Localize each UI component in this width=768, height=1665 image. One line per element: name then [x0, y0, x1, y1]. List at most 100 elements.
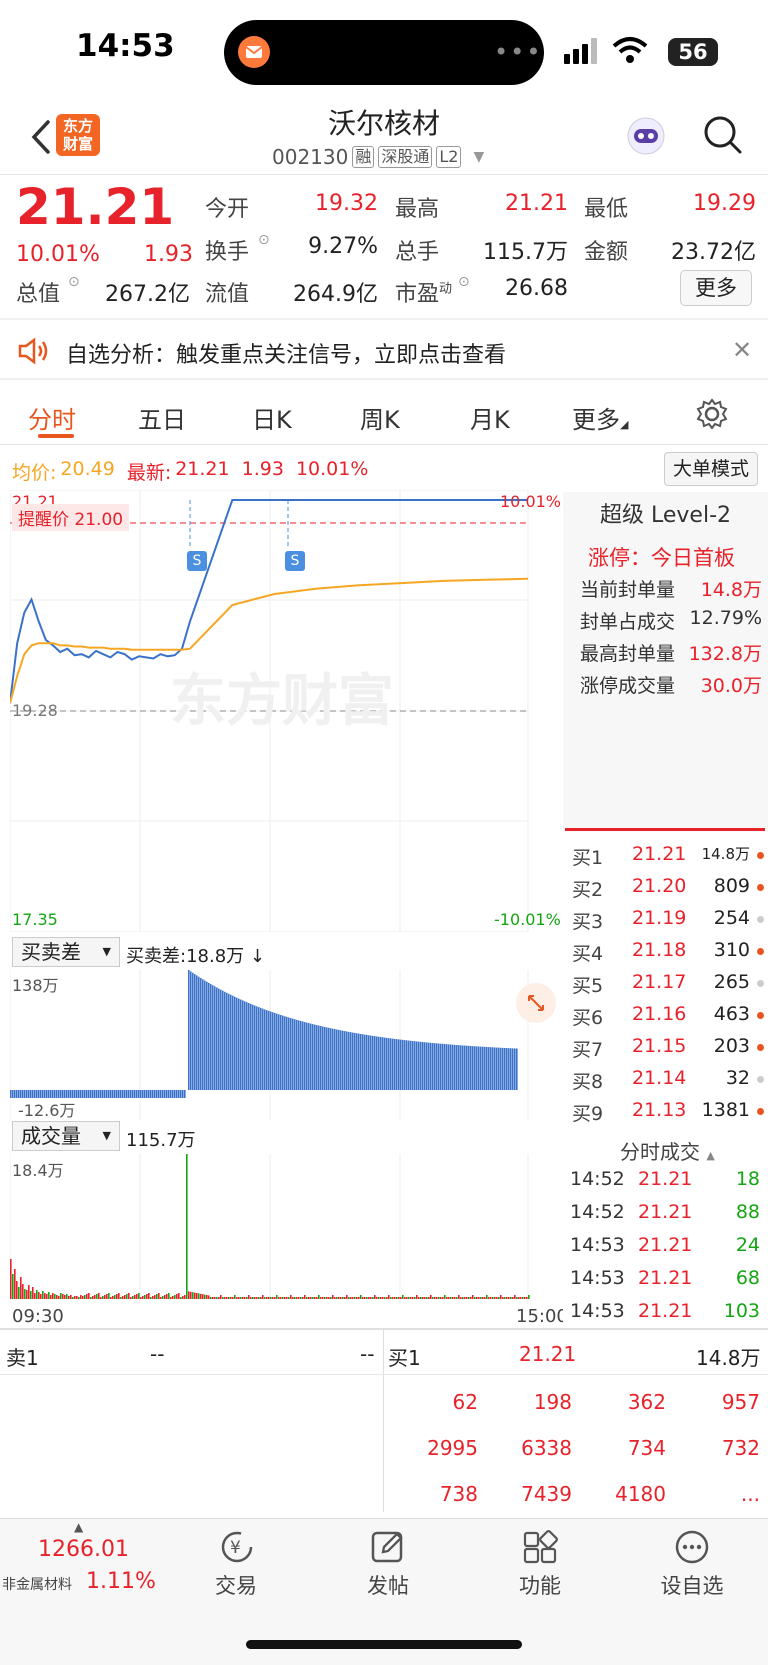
up-arrow-icon: ▲: [74, 1520, 84, 1534]
bs-bar: [246, 1002, 248, 1090]
bs-bar: [260, 1007, 262, 1090]
bs-bar: [226, 992, 228, 1090]
dropdown-icon[interactable]: ▼: [473, 149, 484, 165]
l2-row: 封单占成交 12.79%: [580, 607, 762, 633]
functions-icon[interactable]: [522, 1528, 560, 1570]
volume-bar: [202, 1294, 204, 1299]
bs-bar: [164, 1090, 166, 1098]
close-icon[interactable]: ✕: [732, 336, 752, 364]
add-watchlist-icon[interactable]: [673, 1528, 711, 1570]
volume-bar: [242, 1297, 244, 1299]
volume-bar: [344, 1297, 346, 1299]
bid-row[interactable]: 买4 21.18 310: [572, 939, 764, 967]
bs-bar: [440, 1043, 442, 1090]
info-icon[interactable]: ⊙: [258, 232, 270, 248]
index-value[interactable]: 1266.01: [38, 1537, 129, 1562]
queue-cell: 6338: [521, 1436, 572, 1460]
bs-bar: [512, 1048, 514, 1090]
bid-price: 21.20: [632, 875, 687, 897]
tab-weekly[interactable]: 周K: [360, 400, 400, 435]
bid-row[interactable]: 买9 21.13 1381: [572, 1099, 764, 1127]
robot-assistant-icon[interactable]: [624, 114, 668, 158]
settings-icon[interactable]: [696, 398, 728, 434]
volume-chart[interactable]: [10, 1154, 563, 1304]
volume-bar: [106, 1294, 108, 1299]
nav-functions[interactable]: 功能: [490, 1570, 590, 1600]
volume-selector[interactable]: 成交量 ▼: [12, 1121, 120, 1151]
big-order-mode-button[interactable]: 大单模式: [664, 452, 758, 486]
nav-post[interactable]: 发帖: [338, 1570, 438, 1600]
bid-row[interactable]: 买5 21.17 265: [572, 971, 764, 999]
volume-bar: [396, 1297, 398, 1299]
tab-monthly[interactable]: 月K: [470, 400, 510, 435]
bs-bar: [298, 1020, 300, 1090]
bid-row[interactable]: 买1 21.21 14.8万: [572, 843, 764, 871]
queue-cell: ...: [740, 1482, 760, 1506]
bs-bar: [418, 1041, 420, 1090]
volume-bar: [170, 1297, 172, 1299]
bs-bar: [220, 989, 222, 1090]
ticks-title[interactable]: 分时成交 ▲: [620, 1136, 715, 1165]
tab-more[interactable]: 更多◢: [572, 400, 628, 435]
alert-price-label[interactable]: 提醒价 21.00: [12, 504, 130, 531]
s-marker[interactable]: S: [187, 551, 207, 571]
volume-bar: [428, 1297, 430, 1299]
bs-bar: [466, 1045, 468, 1090]
bid-label: 买1: [572, 847, 604, 869]
bid-row[interactable]: 买8 21.14 32: [572, 1067, 764, 1095]
volume-bar: [446, 1297, 448, 1299]
search-icon[interactable]: [700, 112, 746, 158]
info-icon[interactable]: ⊙: [68, 274, 80, 290]
bs-bar: [266, 1010, 268, 1090]
queue-cell: 2995: [427, 1436, 478, 1460]
more-button[interactable]: 更多: [680, 270, 752, 306]
volume-bar: [98, 1293, 100, 1299]
info-icon[interactable]: ⊙: [458, 274, 470, 290]
volume-bar: [450, 1297, 452, 1299]
bs-diff-selector[interactable]: 买卖差 ▼: [12, 937, 120, 967]
dot-icon: [757, 884, 764, 891]
bs-bar: [392, 1038, 394, 1090]
bs-bar: [128, 1090, 130, 1098]
bid-row[interactable]: 买3 21.19 254: [572, 907, 764, 935]
volume-bar: [516, 1297, 518, 1299]
bs-bar: [316, 1025, 318, 1090]
volume-bar: [188, 1291, 190, 1299]
latest-value: 21.21: [175, 458, 230, 480]
expand-icon[interactable]: [516, 983, 556, 1023]
bs-diff-chart[interactable]: [10, 970, 563, 1120]
bid-row[interactable]: 买6 21.16 463: [572, 1003, 764, 1031]
bs-bar: [504, 1047, 506, 1090]
tab-daily[interactable]: 日K: [252, 400, 292, 435]
tab-intraday[interactable]: 分时: [28, 400, 76, 435]
bid-row[interactable]: 买2 21.20 809: [572, 875, 764, 903]
bs-bar: [352, 1032, 354, 1090]
trade-icon[interactable]: ¥: [218, 1528, 256, 1570]
volume-bar: [184, 1295, 186, 1299]
volume-bar: [222, 1297, 224, 1299]
bs-bar: [234, 996, 236, 1090]
nav-trade[interactable]: 交易: [186, 1570, 286, 1600]
bs-bar: [160, 1090, 162, 1098]
bid-row[interactable]: 买7 21.15 203: [572, 1035, 764, 1063]
bid-price: 21.18: [632, 939, 687, 961]
post-icon[interactable]: [370, 1528, 408, 1570]
level2-title[interactable]: 超级 Level-2: [600, 497, 731, 529]
bid-volume: 254: [713, 907, 750, 929]
volume-bar: [332, 1295, 334, 1299]
tab-5day[interactable]: 五日: [138, 400, 186, 435]
bs-diff-value: 买卖差:18.8万 ↓: [126, 946, 265, 967]
bid-volume: 203: [713, 1035, 750, 1057]
bid-label: 买3: [572, 911, 604, 933]
amount-label: 金额: [584, 240, 629, 265]
volume-bar: [90, 1297, 92, 1299]
s-marker[interactable]: S: [285, 551, 305, 571]
notice-text[interactable]: 自选分析：触发重点关注信号，立即点击查看: [66, 337, 506, 369]
volume-bar: [110, 1297, 112, 1299]
nav-add-watchlist[interactable]: 设自选: [642, 1570, 742, 1600]
bs-bar: [76, 1090, 78, 1098]
volume-bar: [502, 1297, 504, 1299]
bs-bar: [172, 1090, 174, 1098]
stock-code-row[interactable]: 002130 融 深股通 L2 ▼: [272, 145, 484, 169]
tick-volume: 88: [735, 1201, 760, 1223]
